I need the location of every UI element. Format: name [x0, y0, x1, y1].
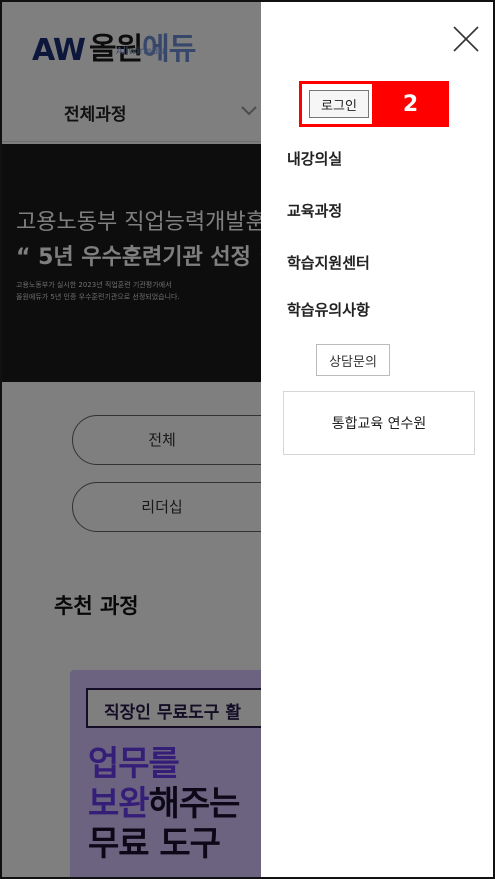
login-button[interactable]: 로그인 — [309, 90, 369, 118]
menu-item-courses[interactable]: 교육과정 — [287, 200, 342, 221]
integrated-academy-button[interactable]: 통합교육 연수원 — [283, 391, 475, 455]
app-frame: AW 올원 에듀 Allwinedu 전체과정 고용노동부 직업능력개발훈 “ … — [0, 0, 495, 879]
menu-item-learning-support[interactable]: 학습지원센터 — [287, 252, 370, 273]
side-drawer: 2 로그인 내강의실 교육과정 학습지원센터 학습유의사항 상담문의 통합교육 … — [261, 2, 493, 877]
menu-item-learning-notes[interactable]: 학습유의사항 — [287, 299, 370, 320]
close-icon[interactable] — [451, 24, 481, 54]
consult-button[interactable]: 상담문의 — [316, 344, 390, 376]
annotation-badge: 2 — [372, 81, 449, 127]
menu-item-my-classroom[interactable]: 내강의실 — [287, 148, 342, 169]
